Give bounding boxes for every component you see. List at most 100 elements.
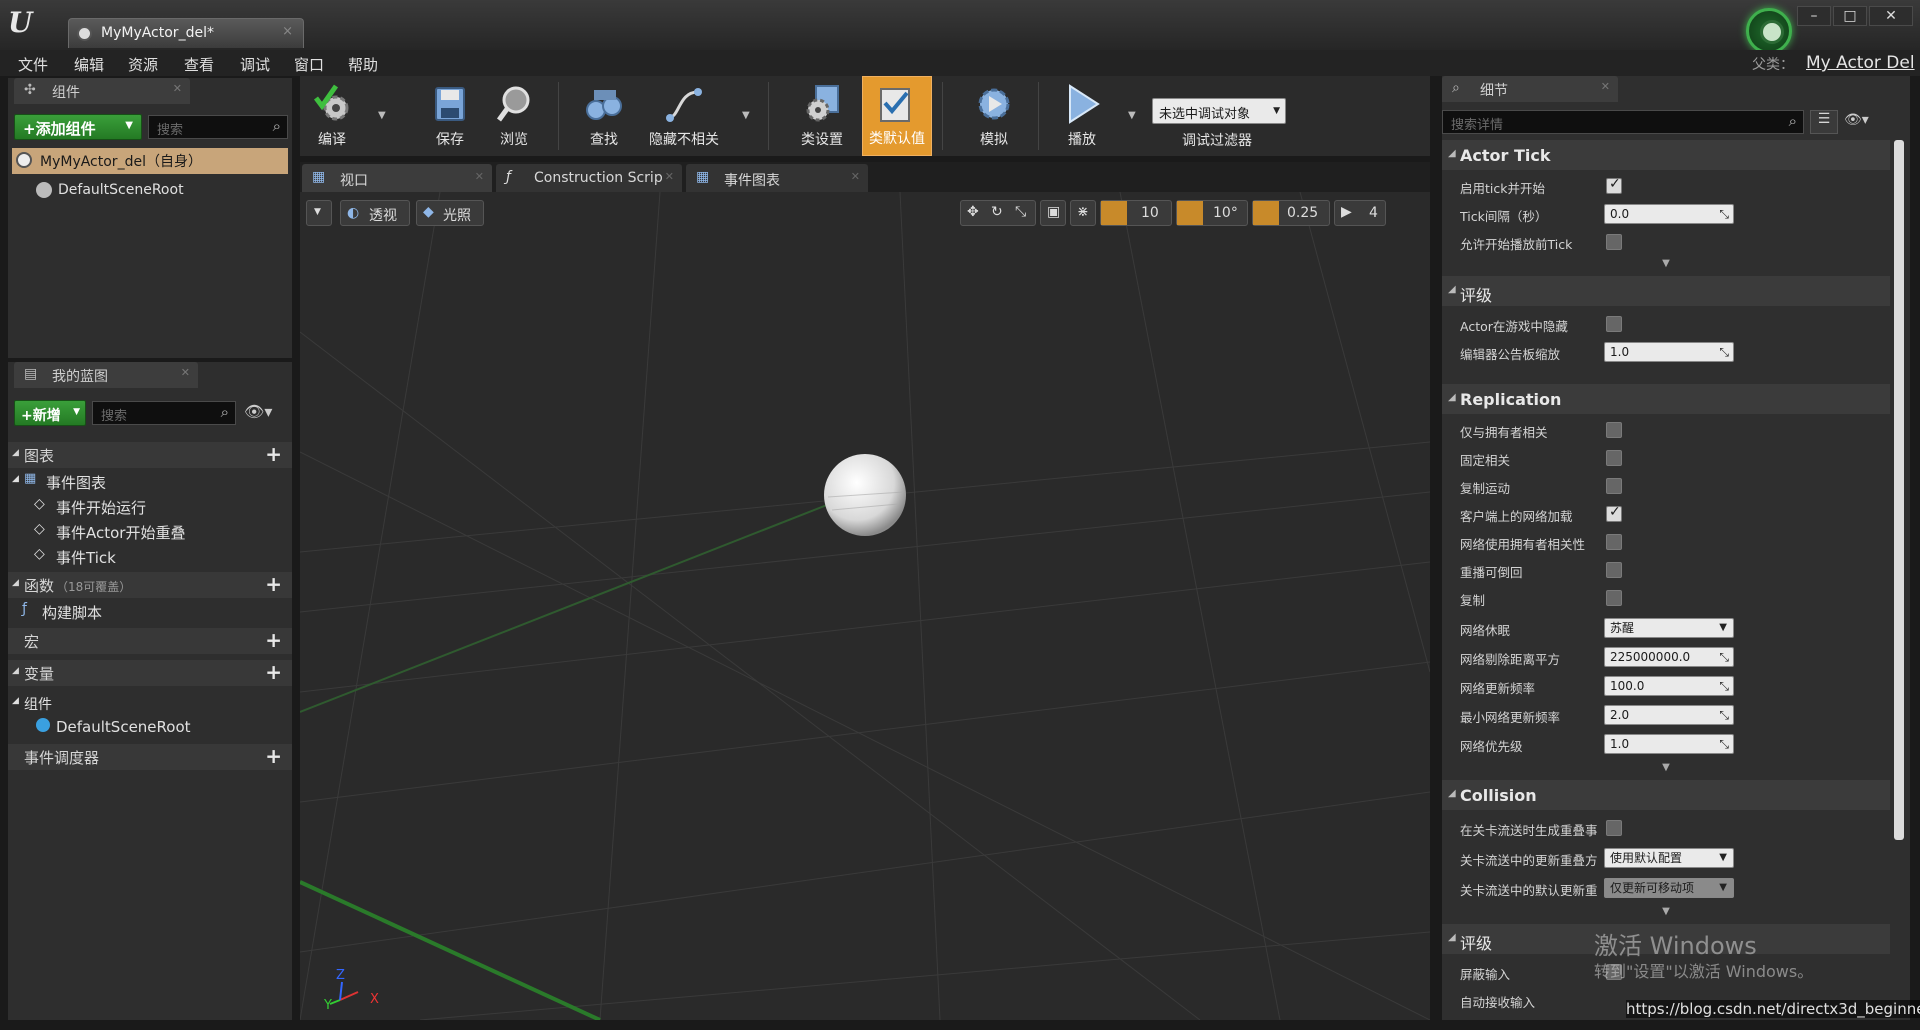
- component-variable-item[interactable]: DefaultSceneRoot: [36, 716, 286, 740]
- rotation-snap-toggle[interactable]: 10°: [1176, 200, 1248, 226]
- surface-snap-button[interactable]: ⋇: [1070, 200, 1096, 226]
- dispatchers-section[interactable]: 事件调度器 +: [8, 744, 292, 770]
- net-dormancy-select[interactable]: 苏醒 ▼: [1604, 618, 1734, 638]
- net-update-frequency-field[interactable]: 100.0 ⤡: [1604, 676, 1734, 696]
- find-button[interactable]: 查找: [572, 76, 636, 156]
- replicate-movement-checkbox[interactable]: [1606, 478, 1622, 494]
- add-graph-icon[interactable]: +: [265, 442, 282, 466]
- maximize-button[interactable]: □: [1833, 6, 1867, 26]
- new-item-button[interactable]: +新增 ▼: [14, 400, 86, 426]
- event-tick-item[interactable]: ◇ 事件Tick: [34, 545, 284, 569]
- component-root-item[interactable]: MyMyActor_del（自身）: [12, 148, 288, 174]
- tab-close-icon[interactable]: ✕: [475, 170, 484, 183]
- menu-asset[interactable]: 资源: [128, 54, 158, 75]
- net-use-owner-relevancy-checkbox[interactable]: [1606, 534, 1622, 550]
- document-tab-close-icon[interactable]: ×: [282, 24, 293, 39]
- tick-before-begin-checkbox[interactable]: [1606, 234, 1622, 250]
- tab-construction-script[interactable]: ƒ Construction Scrip ✕: [496, 164, 682, 192]
- blueprint-search-input[interactable]: 搜索 ⌕: [92, 401, 236, 425]
- components-tab[interactable]: ✣ 组件 ✕: [14, 78, 190, 104]
- update-overlaps-method-select[interactable]: 使用默认配置 ▼: [1604, 848, 1734, 868]
- my-blueprint-tab-close-icon[interactable]: ✕: [181, 366, 190, 379]
- menu-edit[interactable]: 编辑: [74, 54, 104, 75]
- collision-category[interactable]: ◢ Collision: [1442, 780, 1890, 810]
- lit-button[interactable]: ◆ 光照: [416, 200, 484, 226]
- add-function-icon[interactable]: +: [265, 572, 282, 596]
- min-net-update-frequency-field[interactable]: 2.0 ⤡: [1604, 705, 1734, 725]
- hide-unrelated-dropdown-icon[interactable]: ▼: [742, 110, 750, 121]
- replication-category[interactable]: ◢ Replication: [1442, 384, 1890, 414]
- always-relevant-checkbox[interactable]: [1606, 450, 1622, 466]
- components-tab-close-icon[interactable]: ✕: [173, 82, 182, 95]
- move-tool-icon[interactable]: ✥: [967, 204, 979, 220]
- scale-tool-icon[interactable]: ⤡: [1015, 204, 1026, 220]
- coordinate-space-button[interactable]: ▣: [1040, 200, 1066, 226]
- minimize-button[interactable]: –: [1797, 6, 1831, 26]
- property-matrix-icon[interactable]: ☰: [1810, 110, 1838, 134]
- viewport-3d[interactable]: X Y Z ▼ ◐ 透视 ◆ 光照 ✥ ↻ ⤡ ▣ ⋇ 10 10° 0.25 …: [300, 192, 1430, 1020]
- construction-script-item[interactable]: ƒ 构建脚本: [22, 600, 282, 624]
- parent-class-link[interactable]: My Actor Del: [1806, 53, 1915, 73]
- details-tab-close-icon[interactable]: ✕: [1601, 80, 1610, 93]
- tab-viewport[interactable]: ▦ 视口 ✕: [302, 164, 492, 192]
- transform-tools-group[interactable]: ✥ ↻ ⤡: [960, 200, 1036, 226]
- play-button[interactable]: 播放: [1050, 76, 1114, 156]
- default-update-overlaps-select[interactable]: 仅更新可移动项 ▼: [1604, 878, 1734, 898]
- replicates-checkbox[interactable]: [1606, 590, 1622, 606]
- rendering-category[interactable]: ◢ 评级: [1442, 276, 1890, 306]
- event-graph-item[interactable]: ◢ ▦ 事件图表: [12, 470, 282, 494]
- menu-file[interactable]: 文件: [18, 54, 48, 75]
- scale-snap-toggle[interactable]: 0.25: [1252, 200, 1330, 226]
- components-search-input[interactable]: 搜索 ⌕: [148, 115, 288, 139]
- close-window-button[interactable]: ✕: [1869, 6, 1913, 26]
- actor-tick-category[interactable]: ◢ Actor Tick: [1442, 140, 1890, 170]
- simulate-button[interactable]: 模拟: [962, 76, 1026, 156]
- net-load-on-client-checkbox[interactable]: [1606, 504, 1622, 522]
- details-tab[interactable]: ⌕ 细节 ✕: [1442, 76, 1618, 102]
- hidden-in-game-checkbox[interactable]: [1606, 316, 1622, 332]
- details-scrollbar[interactable]: [1894, 140, 1904, 840]
- advanced-expand-icon[interactable]: [1442, 216, 1890, 228]
- replay-rewindable-checkbox[interactable]: [1606, 562, 1622, 578]
- start-with-tick-checkbox[interactable]: [1606, 176, 1622, 194]
- add-variable-icon[interactable]: +: [265, 660, 282, 684]
- menu-help[interactable]: 帮助: [348, 54, 378, 75]
- event-actor-overlap-item[interactable]: ◇ 事件Actor开始重叠: [34, 520, 284, 544]
- macros-section[interactable]: 宏 +: [8, 628, 292, 654]
- class-settings-button[interactable]: 类设置: [790, 76, 854, 156]
- debug-object-select[interactable]: 未选中调试对象 ▼: [1152, 98, 1286, 124]
- event-begin-play-item[interactable]: ◇ 事件开始运行: [34, 495, 284, 519]
- grid-snap-toggle[interactable]: 10: [1100, 200, 1172, 226]
- graphs-section[interactable]: ◢ 图表 +: [8, 442, 292, 468]
- component-child-item[interactable]: DefaultSceneRoot: [36, 180, 276, 204]
- advanced-expand-icon[interactable]: ▼: [1442, 762, 1890, 774]
- menu-debug[interactable]: 调试: [240, 54, 270, 75]
- billboard-scale-field[interactable]: 1.0 ⤡: [1604, 342, 1734, 362]
- only-owner-checkbox[interactable]: [1606, 422, 1622, 438]
- advanced-expand-icon[interactable]: ▼: [1442, 258, 1890, 270]
- play-options-dropdown-icon[interactable]: ▼: [1128, 110, 1136, 121]
- variables-section[interactable]: ◢ 变量 +: [8, 660, 292, 686]
- menu-window[interactable]: 窗口: [294, 54, 324, 75]
- viewport-options-button[interactable]: ▼: [306, 200, 332, 226]
- tab-close-icon[interactable]: ✕: [851, 170, 860, 183]
- document-tab[interactable]: MyMyActor_del* ×: [68, 18, 304, 48]
- functions-section[interactable]: ◢ 函数 （18可覆盖） +: [8, 572, 292, 598]
- add-dispatcher-icon[interactable]: +: [265, 744, 282, 768]
- compile-button[interactable]: 编译: [300, 76, 364, 156]
- advanced-expand-icon[interactable]: ▼: [1442, 906, 1890, 918]
- details-search-input[interactable]: 搜索详情 ⌕: [1442, 110, 1804, 134]
- net-priority-field[interactable]: 1.0 ⤡: [1604, 734, 1734, 754]
- add-component-button[interactable]: +添加组件 ▼: [14, 114, 142, 140]
- net-cull-distance-field[interactable]: 225000000.0 ⤡: [1604, 647, 1734, 667]
- compile-options-dropdown-icon[interactable]: ▼: [378, 110, 386, 121]
- hide-unrelated-button[interactable]: 隐藏不相关: [649, 76, 719, 156]
- components-category[interactable]: ◢ 组件: [12, 692, 282, 716]
- eye-visibility-icon[interactable]: 👁▾: [244, 402, 272, 421]
- my-blueprint-tab[interactable]: ▤ 我的蓝图 ✕: [14, 362, 198, 388]
- eye-visibility-icon[interactable]: 👁▾: [1844, 112, 1869, 128]
- rotate-tool-icon[interactable]: ↻: [991, 204, 1003, 220]
- tab-close-icon[interactable]: ✕: [665, 170, 674, 183]
- tab-event-graph[interactable]: ▦ 事件图表 ✕: [686, 164, 868, 192]
- browse-button[interactable]: 浏览: [482, 76, 546, 156]
